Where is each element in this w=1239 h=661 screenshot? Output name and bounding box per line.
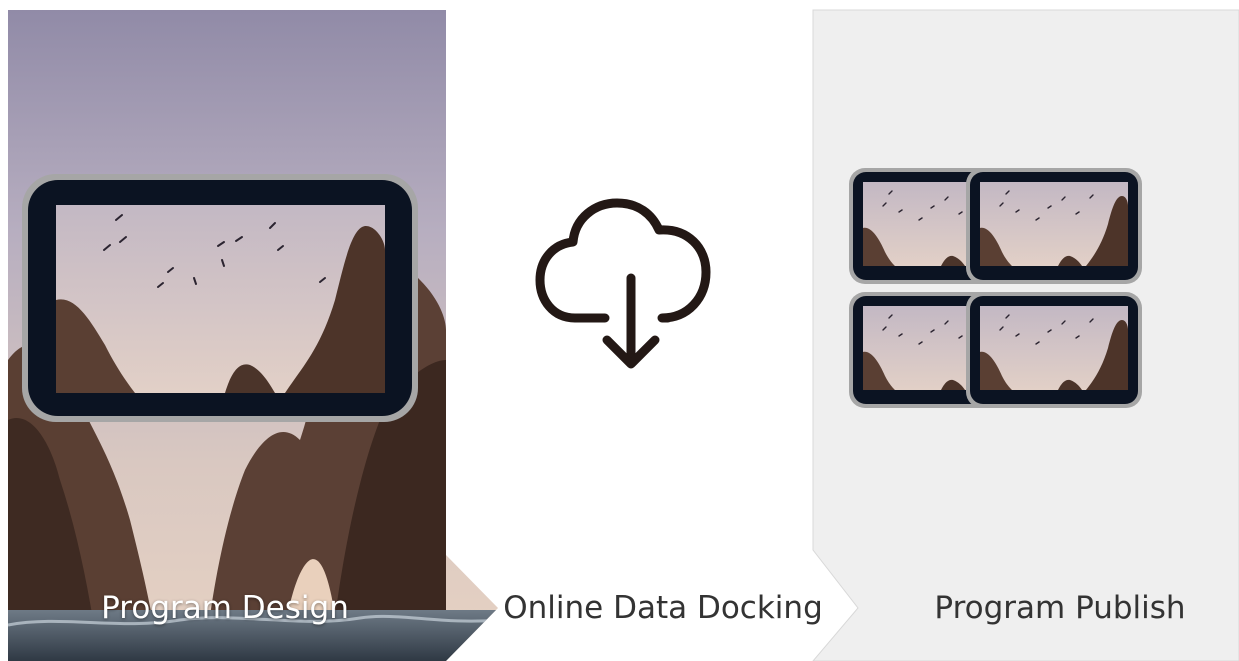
- video-wall-icon: [848, 167, 1143, 409]
- step-label-online-data-docking: Online Data Docking: [503, 590, 823, 626]
- process-flow: Program Design Online Data Docking Progr…: [0, 0, 1239, 661]
- step-label-program-design: Program Design: [101, 590, 349, 626]
- step-label-program-publish: Program Publish: [934, 590, 1186, 626]
